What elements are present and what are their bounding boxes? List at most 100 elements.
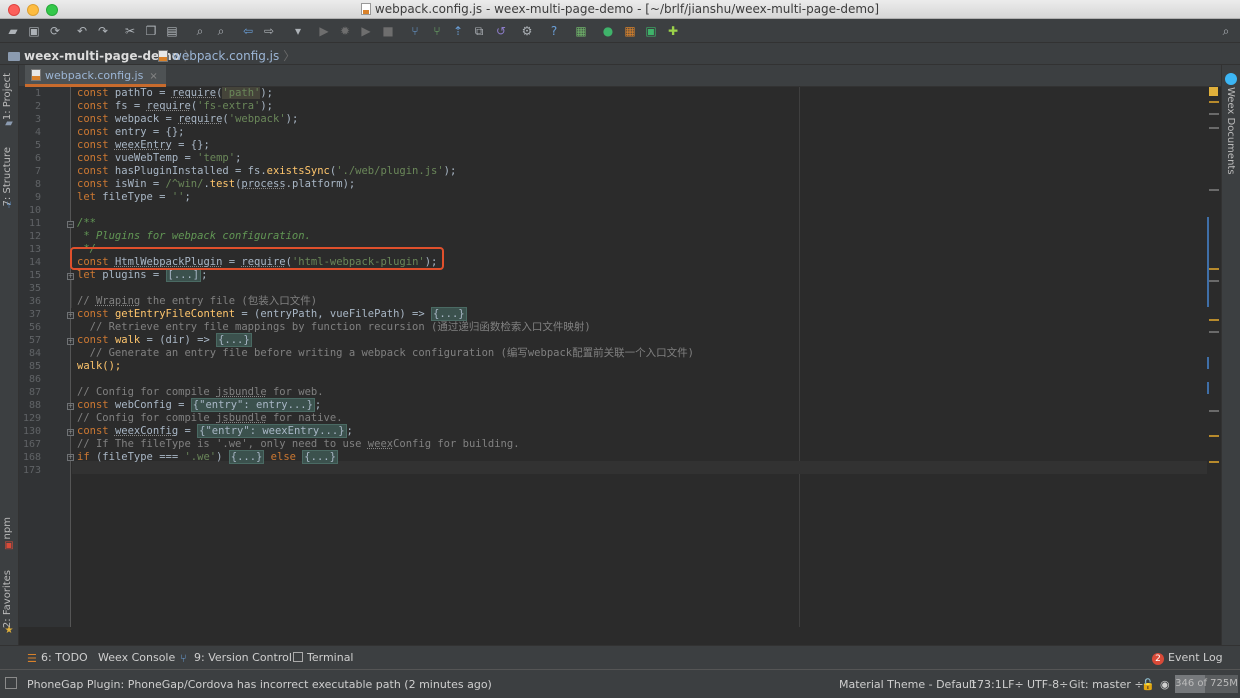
fold-marker[interactable]: + (67, 403, 74, 410)
status-message[interactable]: PhoneGap Plugin: PhoneGap/Cordova has in… (27, 678, 492, 691)
info-marker[interactable] (1209, 331, 1219, 333)
line-number: 3 (34, 114, 41, 125)
code-line-1: const pathTo = require('path'); (77, 87, 274, 99)
warning-marker[interactable] (1209, 101, 1219, 103)
line-number: 8 (34, 179, 41, 190)
vcs-push-icon[interactable]: ⇡ (450, 23, 466, 39)
folded-region[interactable]: {"entry": weexEntry...} (197, 424, 347, 438)
tab-webpack-config[interactable]: webpack.config.js × (25, 65, 166, 87)
fold-marker[interactable]: − (67, 221, 74, 228)
fold-marker[interactable]: + (67, 312, 74, 319)
settings-icon[interactable]: ⚙ (519, 23, 535, 39)
breadcrumb-file[interactable]: webpack.config.js 〉 (158, 47, 295, 64)
vcs-commit-icon[interactable]: ⑂ (429, 23, 445, 39)
line-number: 4 (34, 127, 41, 138)
todo-label: 6: TODO (41, 651, 88, 664)
info-marker[interactable] (1209, 113, 1219, 115)
code-editor[interactable]: 1 2 3 4 5 6 7 8 9 10 11 12 13 14 15 35 36 37 56 57 84 85 86 87 8… (19, 87, 1221, 627)
folded-region[interactable]: {...} (228, 450, 265, 464)
cut-icon[interactable]: ✂ (122, 23, 138, 39)
weex-device-icon[interactable]: ▣ (643, 23, 659, 39)
warning-marker[interactable] (1209, 319, 1219, 321)
error-stripe[interactable] (1207, 87, 1221, 627)
debug-icon[interactable]: ✹ (337, 23, 353, 39)
tab-weex-documents[interactable]: Weex Documents (1225, 87, 1236, 175)
line-number: 36 (28, 296, 41, 307)
line-separator-selector[interactable]: LF÷ (1002, 678, 1024, 691)
theme-indicator[interactable]: Material Theme - Default (839, 678, 976, 691)
event-log-button[interactable]: 2 Event Log (1152, 651, 1223, 665)
folded-region[interactable]: {"entry": entry...} (190, 398, 315, 412)
line-number: 35 (28, 283, 41, 294)
line-number: 12 (28, 231, 41, 242)
fold-marker[interactable]: + (67, 454, 74, 461)
left-tool-strip: 1: Project ▰ 7: Structure ⑂ npm ▣ 2: Fav… (0, 65, 19, 645)
folded-region[interactable]: {...} (302, 450, 338, 464)
paste-icon[interactable]: ▤ (164, 23, 180, 39)
lock-icon[interactable]: 🔓 (1141, 678, 1155, 691)
save-icon[interactable]: ▣ (26, 23, 42, 39)
folded-region[interactable]: {...} (216, 333, 252, 347)
line-number: 14 (28, 257, 41, 268)
weex-palette-icon[interactable]: ▦ (622, 23, 638, 39)
open-folder-icon[interactable]: ▰ (5, 23, 21, 39)
change-marker[interactable] (1207, 382, 1209, 394)
forward-icon[interactable]: ⇨ (261, 23, 277, 39)
line-number: 167 (22, 439, 41, 450)
replace-icon[interactable]: ⌕ (213, 23, 229, 39)
change-marker[interactable] (1207, 357, 1209, 369)
memory-indicator[interactable]: 346 of 725M (1175, 675, 1238, 693)
warning-marker[interactable] (1209, 435, 1219, 437)
folded-region[interactable]: {...} (431, 307, 467, 321)
fold-marker[interactable]: + (67, 338, 74, 345)
warning-marker[interactable] (1209, 461, 1219, 463)
caret-position[interactable]: 173:1 (970, 678, 1002, 691)
todo-button[interactable]: ☰ 6: TODO (27, 651, 88, 665)
line-number: 88 (28, 400, 41, 411)
find-icon[interactable]: ⌕ (192, 23, 208, 39)
stop-icon[interactable]: ■ (380, 23, 396, 39)
tab-favorites[interactable]: 2: Favorites (2, 570, 13, 628)
terminal-button[interactable]: Terminal (293, 651, 354, 664)
tab-npm[interactable]: npm (2, 517, 13, 539)
redo-icon[interactable]: ↷ (95, 23, 111, 39)
search-everywhere-icon[interactable]: ⌕ (1218, 23, 1234, 39)
vcs-update-icon[interactable]: ⑂ (407, 23, 423, 39)
fold-marker[interactable]: + (67, 429, 74, 436)
git-branch-selector[interactable]: Git: master ÷ (1069, 678, 1144, 691)
right-margin-guide (799, 87, 800, 627)
weex-console-button[interactable]: Weex Console (98, 651, 175, 664)
plugin-icon[interactable]: ✚ (665, 23, 681, 39)
window-title-text: webpack.config.js - weex-multi-page-demo… (374, 2, 880, 16)
fold-marker[interactable]: + (67, 273, 74, 280)
toggle-tool-windows-icon[interactable] (5, 677, 17, 689)
line-number: 130 (22, 426, 41, 437)
run-icon[interactable]: ▶ (316, 23, 332, 39)
run-config-dropdown-icon[interactable]: ▾ (290, 23, 306, 39)
inspection-profile-icon[interactable]: ◉ (1160, 678, 1170, 691)
info-marker[interactable] (1209, 189, 1219, 191)
change-marker[interactable] (1207, 217, 1209, 307)
close-tab-icon[interactable]: × (149, 71, 157, 82)
info-marker[interactable] (1209, 410, 1219, 412)
tab-project[interactable]: 1: Project (2, 73, 13, 120)
vcs-compare-icon[interactable]: ⧉ (471, 23, 487, 39)
line-number: 6 (34, 153, 41, 164)
structure-icon[interactable]: ▦ (573, 23, 589, 39)
warning-marker[interactable] (1209, 268, 1219, 270)
coverage-icon[interactable]: ▶ (358, 23, 374, 39)
help-icon[interactable]: ? (546, 23, 562, 39)
copy-icon[interactable]: ❐ (143, 23, 159, 39)
weex-preview-icon[interactable]: ● (600, 23, 616, 39)
encoding-selector[interactable]: UTF-8÷ (1027, 678, 1068, 691)
info-marker[interactable] (1209, 280, 1219, 282)
tab-structure[interactable]: 7: Structure (2, 147, 13, 206)
version-control-button[interactable]: ⑂ 9: Version Control (180, 651, 292, 665)
undo-icon[interactable]: ↶ (74, 23, 90, 39)
vcs-revert-icon[interactable]: ↺ (493, 23, 509, 39)
code-line-36: // Wraping the entry file (包装入口文件) (77, 295, 318, 307)
info-marker[interactable] (1209, 127, 1219, 129)
folded-region[interactable]: [...] (165, 268, 202, 282)
back-icon[interactable]: ⇦ (240, 23, 256, 39)
sync-icon[interactable]: ⟳ (47, 23, 63, 39)
